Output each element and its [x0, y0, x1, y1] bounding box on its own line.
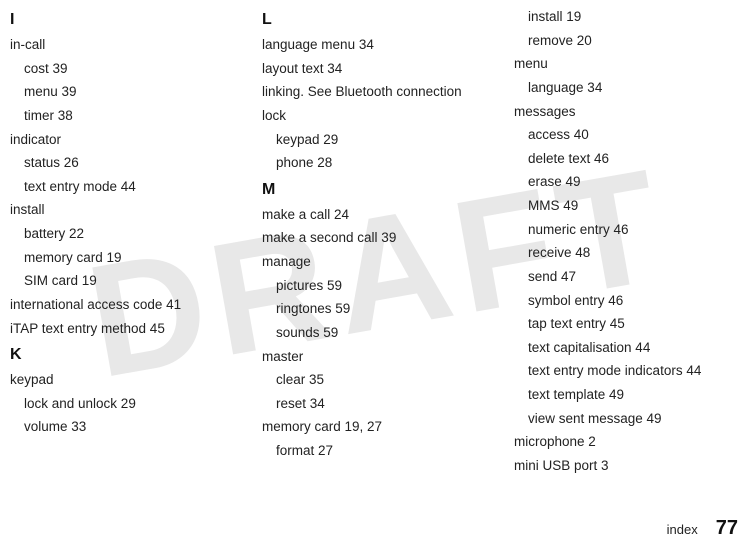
- section-heading: M: [262, 181, 494, 199]
- index-entry: install: [10, 198, 242, 222]
- index-entry: indicator: [10, 128, 242, 152]
- index-entry: clear 35: [262, 368, 494, 392]
- index-entry: make a call 24: [262, 203, 494, 227]
- index-entry: receive 48: [514, 241, 746, 265]
- index-entry: battery 22: [10, 222, 242, 246]
- index-entry: master: [262, 345, 494, 369]
- index-entry: cost 39: [10, 57, 242, 81]
- column-1: Iin-callcost 39menu 39timer 38indicators…: [10, 5, 242, 478]
- index-entry: sounds 59: [262, 321, 494, 345]
- index-entry: MMS 49: [514, 194, 746, 218]
- column-3: install 19remove 20menulanguage 34messag…: [514, 5, 746, 478]
- index-entry: erase 49: [514, 170, 746, 194]
- footer-page-number: 77: [716, 517, 738, 540]
- index-entry: menu 39: [10, 80, 242, 104]
- index-entry: access 40: [514, 123, 746, 147]
- index-columns: Iin-callcost 39menu 39timer 38indicators…: [0, 0, 756, 478]
- index-entry: menu: [514, 52, 746, 76]
- index-entry: SIM card 19: [10, 269, 242, 293]
- index-entry: text capitalisation 44: [514, 336, 746, 360]
- index-entry: microphone 2: [514, 430, 746, 454]
- index-entry: phone 28: [262, 151, 494, 175]
- index-entry: manage: [262, 250, 494, 274]
- index-entry: send 47: [514, 265, 746, 289]
- index-entry: international access code 41: [10, 293, 242, 317]
- index-entry: view sent message 49: [514, 407, 746, 431]
- index-entry: text template 49: [514, 383, 746, 407]
- index-entry: pictures 59: [262, 274, 494, 298]
- index-entry: remove 20: [514, 29, 746, 53]
- index-entry: iTAP text entry method 45: [10, 317, 242, 341]
- index-entry: lock and unlock 29: [10, 392, 242, 416]
- index-entry: in-call: [10, 33, 242, 57]
- index-entry: tap text entry 45: [514, 312, 746, 336]
- index-entry: layout text 34: [262, 57, 494, 81]
- section-heading: I: [10, 11, 242, 29]
- index-entry: symbol entry 46: [514, 289, 746, 313]
- section-heading: K: [10, 346, 242, 364]
- footer: index 77: [667, 517, 738, 540]
- index-entry: language menu 34: [262, 33, 494, 57]
- index-entry: keypad 29: [262, 128, 494, 152]
- index-entry: format 27: [262, 439, 494, 463]
- index-entry: ringtones 59: [262, 297, 494, 321]
- index-entry: keypad: [10, 368, 242, 392]
- index-entry: make a second call 39: [262, 226, 494, 250]
- index-entry: status 26: [10, 151, 242, 175]
- index-entry: install 19: [514, 5, 746, 29]
- index-entry: memory card 19: [10, 246, 242, 270]
- index-entry: numeric entry 46: [514, 218, 746, 242]
- index-entry: timer 38: [10, 104, 242, 128]
- index-entry: volume 33: [10, 415, 242, 439]
- footer-label: index: [667, 522, 698, 537]
- index-entry: delete text 46: [514, 147, 746, 171]
- index-entry: linking. See Bluetooth connection: [262, 80, 494, 104]
- index-entry: reset 34: [262, 392, 494, 416]
- index-entry: text entry mode 44: [10, 175, 242, 199]
- index-entry: language 34: [514, 76, 746, 100]
- column-2: Llanguage menu 34layout text 34linking. …: [262, 5, 494, 478]
- index-entry: mini USB port 3: [514, 454, 746, 478]
- section-heading: L: [262, 11, 494, 29]
- index-entry: lock: [262, 104, 494, 128]
- index-entry: memory card 19, 27: [262, 415, 494, 439]
- index-entry: text entry mode indicators 44: [514, 359, 746, 383]
- index-entry: messages: [514, 100, 746, 124]
